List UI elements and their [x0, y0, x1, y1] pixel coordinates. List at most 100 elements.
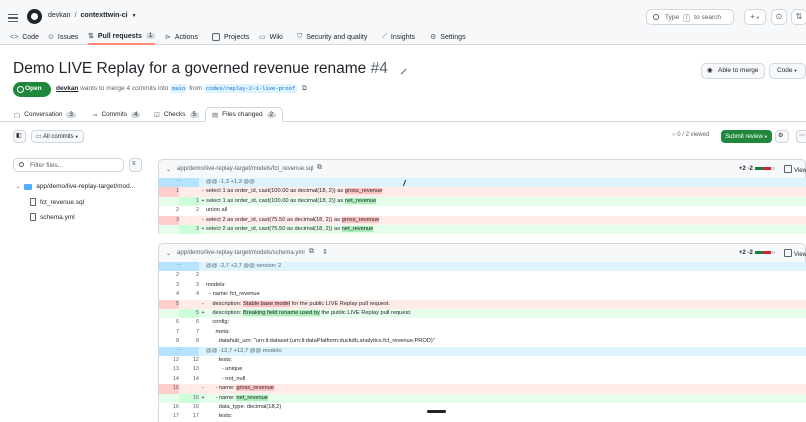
hunk-header[interactable]: ⋯ @@ -1,3 +1,3 @@	[158, 178, 806, 188]
owner-link[interactable]: devkan	[48, 12, 71, 19]
new-line-number[interactable]: 17	[179, 412, 199, 421]
head-branch[interactable]: codex/replay-2-1-live-proof	[204, 84, 298, 93]
tree-file-fct-revenue[interactable]: fct_revenue.sql	[30, 198, 84, 206]
diff-line[interactable]: 3- select 2 as order_id, cast(75.50 as de…	[158, 215, 806, 225]
author-link[interactable]: devkan	[56, 85, 78, 92]
old-line-number[interactable]: 8	[159, 337, 179, 346]
diff-line[interactable]: 12 12 tests:	[158, 356, 806, 366]
expand-hunk-icon[interactable]: ⋯	[159, 262, 199, 272]
diff-line[interactable]: 44 - name: fct_revenue	[158, 290, 806, 300]
new-line-number[interactable]: 12	[179, 356, 199, 365]
tab-insights[interactable]: ⟋ Insights	[382, 29, 415, 45]
diff-line[interactable]: 22	[158, 271, 806, 281]
tab-actions[interactable]: ⊳ Actions	[165, 29, 198, 45]
new-line-number[interactable]: 5	[179, 309, 199, 319]
diff-line[interactable]: 5 + description: Breaking field rename us…	[158, 309, 806, 319]
old-line-number[interactable]: 6	[159, 318, 179, 327]
old-line-number[interactable]: 2	[159, 271, 179, 280]
tab-pull-requests[interactable]: ⇅ Pull requests 1	[88, 29, 156, 45]
new-line-number[interactable]: 16	[179, 403, 199, 412]
new-line-number[interactable]: 8	[179, 337, 199, 346]
new-line-number[interactable]: 7	[179, 328, 199, 337]
diff-line[interactable]: 17 17 tests:	[158, 412, 806, 422]
tree-folder[interactable]: ⌄ app/demo/live-replay-target/mod...	[16, 183, 135, 190]
old-line-number[interactable]: 13	[159, 365, 179, 374]
old-line-number[interactable]: 5	[159, 299, 179, 309]
tab-wiki[interactable]: ▭ Wiki	[259, 29, 283, 45]
diff-line[interactable]: 1- select 1 as order_id, cast(100.00 as d…	[158, 187, 806, 197]
diff-line[interactable]: 5- description: Stable base model for th…	[158, 299, 806, 309]
new-line-number[interactable]: 2	[179, 271, 199, 280]
collapse-chevron-icon[interactable]: ⌄	[166, 166, 171, 173]
tab-security[interactable]: ⛉ Security and quality	[297, 29, 367, 45]
new-line-number[interactable]: 14	[179, 375, 199, 384]
old-line-number[interactable]: 2	[159, 206, 179, 215]
tab-files-changed[interactable]: ▤ Files changed 2	[205, 107, 283, 122]
tab-checks[interactable]: ☑ Checks 5	[154, 107, 199, 122]
old-line-number[interactable]: 1	[159, 187, 179, 197]
filter-files-input[interactable]: Filter files...	[13, 158, 124, 172]
diff-line[interactable]: 15 + - name: net_revenue	[158, 393, 806, 403]
merge-status-button[interactable]: ◉ Able to merge	[701, 63, 765, 79]
scroll-indicator[interactable]	[427, 410, 446, 413]
tab-issues[interactable]: ⊙ Issues	[48, 29, 78, 45]
new-line-number[interactable]: 13	[179, 365, 199, 374]
diff-line[interactable]: 88 datahub_urn: "urn:li:dataset:(urn:li:…	[158, 337, 806, 347]
menu-icon[interactable]	[8, 12, 18, 23]
copy-icon[interactable]: ⧉	[317, 164, 322, 172]
diff-line[interactable]: 3 + select 2 as order_id, cast(75.50 as de…	[158, 225, 806, 235]
new-line-number[interactable]: 1	[179, 196, 199, 207]
diff-line[interactable]: 16 16 data_type: decimal(18,2)	[158, 403, 806, 413]
search-input[interactable]: Type / to search	[646, 9, 734, 25]
submit-review-button[interactable]: Submit review ▼	[721, 130, 772, 143]
hunk-header[interactable]: ⋯ @@ -2,7 +2,7 @@ version: 2	[158, 262, 806, 272]
copy-icon[interactable]: ⧉	[302, 85, 307, 92]
diff-settings-button[interactable]: ⚙	[775, 130, 789, 143]
old-line-number[interactable]: 7	[159, 328, 179, 337]
expand-all-icon[interactable]: ⇕	[322, 248, 328, 256]
viewed-checkbox[interactable]: Viewed	[784, 165, 806, 174]
code-button[interactable]: Code ▼	[769, 63, 806, 79]
chevron-down-icon[interactable]: ▼	[132, 13, 137, 19]
old-line-number[interactable]: 4	[159, 290, 179, 299]
old-line-number[interactable]: 3	[159, 281, 179, 290]
viewed-checkbox[interactable]: Viewe	[784, 249, 806, 258]
tab-conversation[interactable]: ▢ Conversation 3	[14, 107, 76, 122]
github-logo-icon[interactable]	[27, 9, 42, 24]
new-line-number[interactable]: 4	[179, 290, 199, 299]
old-line-number[interactable]: 14	[159, 375, 179, 384]
diff-line[interactable]: 77 meta:	[158, 327, 806, 338]
tree-file-schema[interactable]: schema.yml	[30, 213, 75, 221]
create-new-button[interactable]: + ▼	[744, 9, 766, 25]
filter-button[interactable]: ≡	[129, 158, 142, 172]
tab-code[interactable]: <> Code	[10, 29, 39, 45]
diff-line[interactable]: 3 3 models:	[158, 280, 806, 291]
old-line-number[interactable]: 17	[159, 412, 179, 421]
all-commits-dropdown[interactable]: ▭ All commits ▼	[31, 130, 84, 143]
diff-line[interactable]: 14 14 - not_null	[158, 374, 806, 385]
collapse-chevron-icon[interactable]: ⌄	[166, 250, 171, 257]
diff-line[interactable]: 1 + select 1 as order_id, cast(100.00 as d…	[158, 196, 806, 207]
base-branch[interactable]: main	[170, 84, 188, 93]
new-line-number[interactable]: 3	[179, 225, 199, 235]
diff-line[interactable]: 2 2 union all	[158, 206, 806, 216]
expand-hunk-icon[interactable]: ⋯	[159, 178, 199, 188]
diff-line[interactable]: 13 13 - unique	[158, 365, 806, 375]
tab-commits[interactable]: ⊸ Commits 4	[92, 107, 141, 122]
diff-options-button[interactable]: ⋯	[796, 130, 806, 143]
pull-requests-icon[interactable]: ⇅	[791, 9, 806, 25]
file-path[interactable]: app/demo/live-replay-target/models/schem…	[177, 250, 305, 256]
hunk-header[interactable]: ⋯ @@ -12,7 +12,7 @@ models:	[158, 346, 806, 356]
new-line-number[interactable]: 15	[179, 393, 199, 403]
old-line-number[interactable]: 15	[159, 384, 179, 394]
tab-projects[interactable]: Projects	[212, 29, 249, 45]
diff-line[interactable]: 66 config:	[158, 318, 806, 328]
old-line-number[interactable]: 12	[159, 356, 179, 365]
new-line-number[interactable]: 2	[179, 206, 199, 215]
repo-link[interactable]: contexttwin-ci	[81, 12, 128, 19]
issues-icon[interactable]: ⊙	[771, 9, 787, 25]
expand-hunk-icon[interactable]: ⋯	[159, 346, 199, 356]
diff-line[interactable]: 15- - name: gross_revenue	[158, 384, 806, 394]
new-line-number[interactable]: 6	[179, 318, 199, 327]
copy-icon[interactable]: ⧉	[309, 248, 314, 256]
